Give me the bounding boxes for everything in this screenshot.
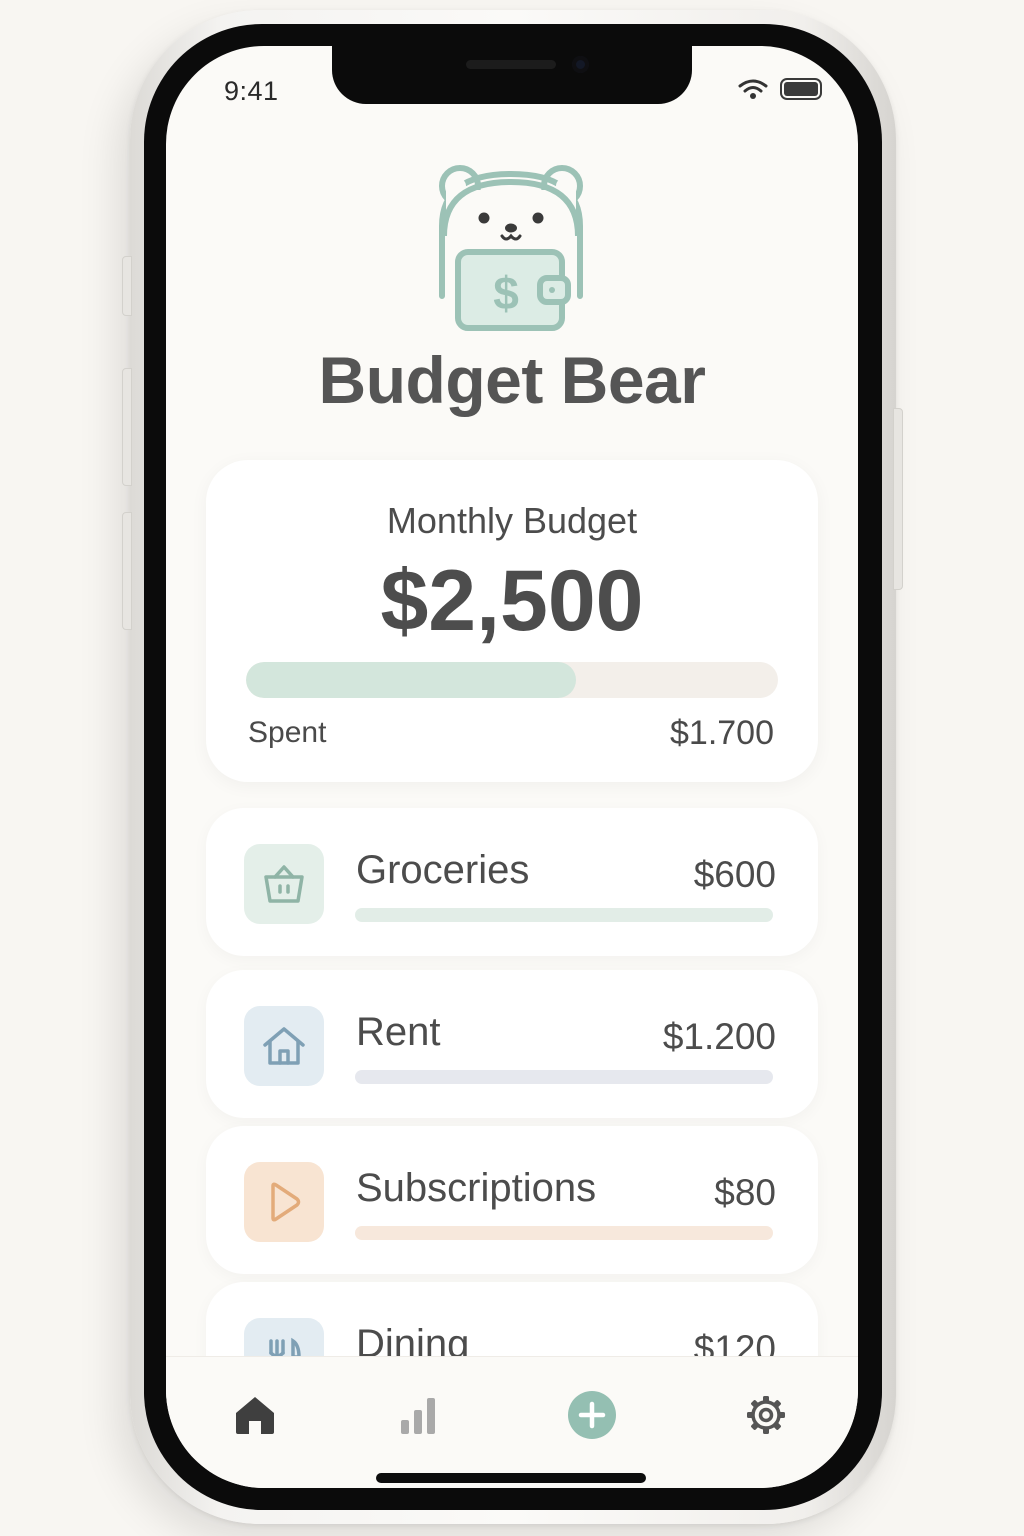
power-button xyxy=(893,408,903,590)
play-icon xyxy=(271,1182,301,1222)
category-icon-box xyxy=(244,1006,324,1086)
front-camera xyxy=(572,56,589,73)
wifi-icon xyxy=(738,79,768,99)
budget-label: Monthly Budget xyxy=(386,500,638,541)
category-amount: $600 xyxy=(693,854,776,895)
house-icon xyxy=(263,1027,305,1065)
category-card-rent[interactable]: Rent $1.200 xyxy=(206,970,818,1118)
budget-progress-fill xyxy=(246,662,576,698)
budget-summary-card[interactable]: Monthly Budget $2,500 Spent $1.700 xyxy=(206,460,818,782)
category-icon-box xyxy=(244,844,324,924)
category-name: Groceries xyxy=(356,848,530,892)
home-indicator[interactable] xyxy=(376,1473,646,1483)
category-progress-bar xyxy=(355,1070,773,1084)
add-icon xyxy=(568,1391,616,1439)
status-icons xyxy=(738,78,822,100)
category-name: Rent xyxy=(356,1010,441,1054)
battery-icon xyxy=(780,78,822,100)
bar-chart-icon xyxy=(401,1398,435,1434)
category-name: Subscriptions xyxy=(356,1166,597,1210)
category-progress-bar xyxy=(355,908,773,922)
category-icon-box xyxy=(244,1162,324,1242)
status-time: 9:41 xyxy=(224,76,279,106)
tab-add[interactable] xyxy=(564,1387,620,1443)
speaker xyxy=(466,60,556,69)
tab-statistics[interactable] xyxy=(390,1387,446,1443)
bear-wallet-icon: $ xyxy=(439,165,583,331)
category-card-groceries[interactable]: Groceries $600 xyxy=(206,808,818,956)
category-amount: $80 xyxy=(714,1172,776,1213)
spent-label: Spent xyxy=(248,716,327,749)
home-icon xyxy=(236,1397,274,1434)
notch xyxy=(332,46,692,104)
battery-level xyxy=(784,82,818,96)
tab-settings[interactable] xyxy=(738,1387,794,1443)
volume-down-button xyxy=(122,512,132,630)
gear-icon xyxy=(747,1396,785,1434)
app-title: Budget Bear xyxy=(318,343,706,417)
stage: 9:41 $ Budget Bear Monthly Budget $2,500… xyxy=(0,0,1024,1536)
silent-switch xyxy=(122,256,132,316)
category-card-subscriptions[interactable]: Subscriptions $80 xyxy=(206,1126,818,1274)
category-progress-bar xyxy=(355,1226,773,1240)
basket-icon xyxy=(264,865,304,903)
svg-text:$: $ xyxy=(493,267,519,319)
budget-progress-bar xyxy=(246,662,778,698)
volume-up-button xyxy=(122,368,132,486)
tab-bar xyxy=(166,1356,858,1488)
phone-screen: 9:41 $ Budget Bear Monthly Budget $2,500… xyxy=(166,46,858,1488)
budget-amount: $2,500 xyxy=(380,553,644,649)
tab-home[interactable] xyxy=(227,1387,283,1443)
spent-value: $1.700 xyxy=(670,714,774,752)
category-amount: $1.200 xyxy=(662,1016,776,1057)
